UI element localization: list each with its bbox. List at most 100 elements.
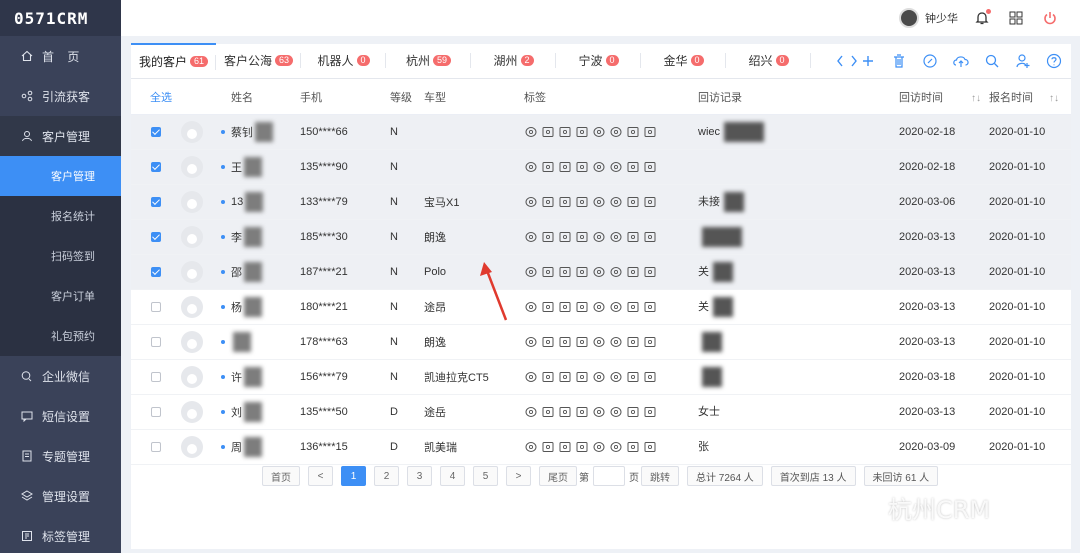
next-page-button[interactable]: >: [506, 466, 531, 486]
row-checkbox[interactable]: [151, 302, 161, 312]
gift-icon[interactable]: [575, 440, 589, 454]
record-cell[interactable]: [698, 157, 899, 177]
sidebar-item-customers[interactable]: 客户管理: [0, 116, 121, 156]
row-checkbox[interactable]: [151, 232, 161, 242]
tab-robot[interactable]: 机器人 0: [301, 43, 386, 78]
card-icon[interactable]: [541, 440, 555, 454]
circle-user-icon[interactable]: [524, 370, 538, 384]
record-cell[interactable]: [698, 367, 899, 387]
table-row[interactable]: 刘 135****50 D 途岳 女士 2020-03-13 2020-01-1…: [131, 395, 1071, 430]
gift-icon[interactable]: [575, 405, 589, 419]
row-checkbox[interactable]: [151, 162, 161, 172]
grid-icon[interactable]: [1006, 8, 1026, 28]
calendar-icon[interactable]: [626, 335, 640, 349]
sidebar-item-home[interactable]: 首 页: [0, 36, 121, 76]
bag-icon[interactable]: [643, 125, 657, 139]
yen-icon[interactable]: [592, 370, 606, 384]
sidebar-sub-qr-checkin[interactable]: 扫码签到: [0, 236, 121, 276]
gift-icon[interactable]: [575, 230, 589, 244]
bag-icon[interactable]: [643, 300, 657, 314]
name-cell[interactable]: 刘: [221, 402, 300, 422]
sidebar-item-sms[interactable]: 短信设置: [0, 396, 121, 436]
refresh-icon[interactable]: [919, 50, 941, 72]
row-checkbox[interactable]: [151, 442, 161, 452]
yen-icon[interactable]: [592, 335, 606, 349]
calendar-icon[interactable]: [626, 440, 640, 454]
circle-user-icon[interactable]: [524, 440, 538, 454]
calendar-icon[interactable]: [626, 195, 640, 209]
gift-icon[interactable]: [575, 300, 589, 314]
card-icon[interactable]: [541, 300, 555, 314]
sidebar-sub-gift-booking[interactable]: 礼包预约: [0, 316, 121, 356]
bag-icon[interactable]: [643, 405, 657, 419]
record-cell[interactable]: [698, 332, 899, 352]
check-box-icon[interactable]: [558, 370, 572, 384]
name-cell[interactable]: 蔡钊: [221, 122, 300, 142]
check-box-icon[interactable]: [558, 160, 572, 174]
name-cell[interactable]: 王: [221, 157, 300, 177]
circle-user-icon[interactable]: [524, 300, 538, 314]
bag-icon[interactable]: [643, 265, 657, 279]
tab-ningbo[interactable]: 宁波 0: [556, 43, 641, 78]
chat-icon[interactable]: [609, 195, 623, 209]
bag-icon[interactable]: [643, 230, 657, 244]
yen-icon[interactable]: [592, 195, 606, 209]
record-cell[interactable]: 关: [698, 262, 899, 282]
tab-public-pool[interactable]: 客户公海 63: [216, 43, 301, 78]
calendar-icon[interactable]: [626, 405, 640, 419]
chat-icon[interactable]: [609, 125, 623, 139]
trash-icon[interactable]: [888, 50, 910, 72]
card-icon[interactable]: [541, 195, 555, 209]
page-4-button[interactable]: 4: [440, 466, 465, 486]
sidebar-item-tags[interactable]: 标签管理: [0, 516, 121, 553]
record-cell[interactable]: 女士: [698, 402, 899, 422]
user-avatar[interactable]: [899, 8, 919, 28]
last-page-button[interactable]: 尾页: [539, 466, 577, 486]
chat-icon[interactable]: [609, 405, 623, 419]
row-checkbox[interactable]: [151, 337, 161, 347]
bell-icon[interactable]: [972, 8, 992, 28]
power-icon[interactable]: [1040, 8, 1060, 28]
table-row[interactable]: 13 133****79 N 宝马X1 未接 2020-03-06 2020-0…: [131, 185, 1071, 220]
row-checkbox[interactable]: [151, 372, 161, 382]
table-row[interactable]: 李 185****30 N 朗逸 2020-03-13 2020-01-10: [131, 220, 1071, 255]
check-box-icon[interactable]: [558, 265, 572, 279]
record-cell[interactable]: [698, 227, 899, 247]
sidebar-sub-signup-stats[interactable]: 报名统计: [0, 196, 121, 236]
circle-user-icon[interactable]: [524, 195, 538, 209]
bag-icon[interactable]: [643, 440, 657, 454]
tab-my-customers[interactable]: 我的客户 61: [131, 43, 216, 78]
yen-icon[interactable]: [592, 300, 606, 314]
gift-icon[interactable]: [575, 265, 589, 279]
circle-user-icon[interactable]: [524, 265, 538, 279]
row-checkbox[interactable]: [151, 407, 161, 417]
yen-icon[interactable]: [592, 265, 606, 279]
calendar-icon[interactable]: [626, 300, 640, 314]
page-5-button[interactable]: 5: [473, 466, 498, 486]
table-row[interactable]: 178****63 N 朗逸 2020-03-13 2020-01-10: [131, 325, 1071, 360]
calendar-icon[interactable]: [626, 265, 640, 279]
name-cell[interactable]: 周: [221, 437, 300, 457]
yen-icon[interactable]: [592, 230, 606, 244]
tab-huzhou[interactable]: 湖州 2: [471, 43, 556, 78]
table-row[interactable]: 许 156****79 N 凯迪拉克CT5 2020-03-18 2020-01…: [131, 360, 1071, 395]
card-icon[interactable]: [541, 370, 555, 384]
app-logo[interactable]: 0571CRM: [0, 0, 121, 36]
name-cell[interactable]: 李: [221, 227, 300, 247]
gift-icon[interactable]: [575, 335, 589, 349]
check-box-icon[interactable]: [558, 195, 572, 209]
page-1-button[interactable]: 1: [341, 466, 366, 486]
calendar-icon[interactable]: [626, 160, 640, 174]
chat-icon[interactable]: [609, 300, 623, 314]
yen-icon[interactable]: [592, 125, 606, 139]
bag-icon[interactable]: [643, 370, 657, 384]
sidebar-item-topics[interactable]: 专题管理: [0, 436, 121, 476]
add-icon[interactable]: [857, 50, 879, 72]
chat-icon[interactable]: [609, 160, 623, 174]
chat-icon[interactable]: [609, 230, 623, 244]
circle-user-icon[interactable]: [524, 405, 538, 419]
prev-page-button[interactable]: <: [308, 466, 333, 486]
check-box-icon[interactable]: [558, 405, 572, 419]
table-row[interactable]: 蔡钊 150****66 N wiec 2020-02-18 2020-01-1…: [131, 115, 1071, 150]
check-box-icon[interactable]: [558, 335, 572, 349]
